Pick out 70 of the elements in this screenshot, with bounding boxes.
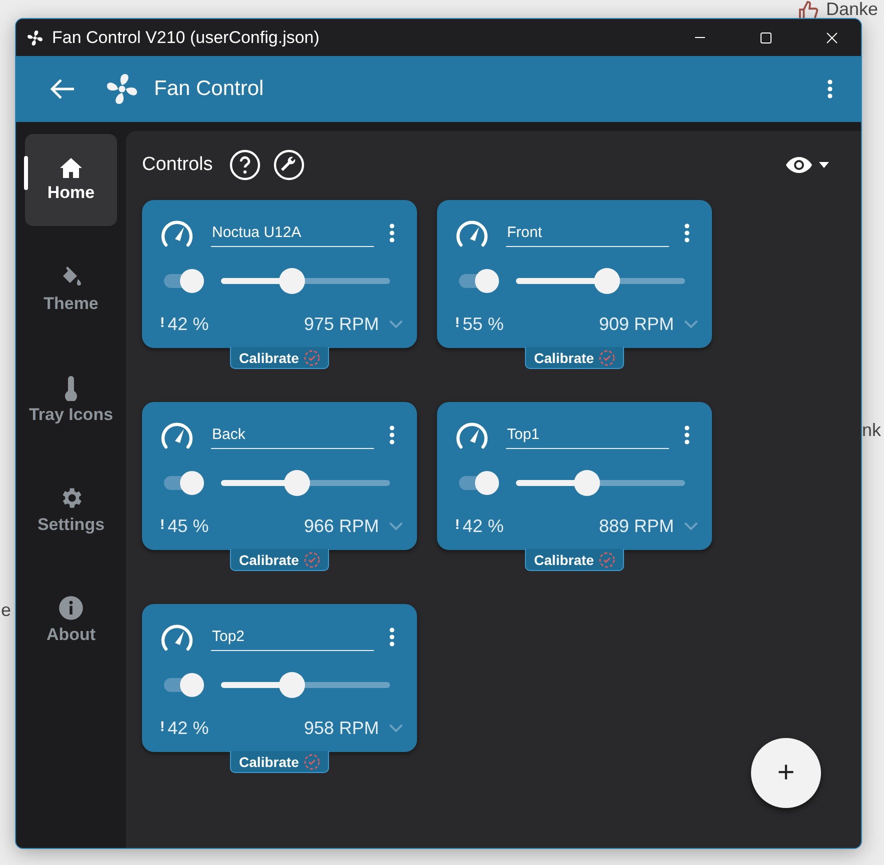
more-icon[interactable] bbox=[389, 425, 395, 445]
gauge-icon bbox=[455, 218, 489, 248]
more-icon[interactable] bbox=[684, 425, 690, 445]
warning-mark: ! bbox=[160, 314, 165, 330]
check-circle-icon bbox=[598, 350, 615, 366]
rpm-value: 889 RPM bbox=[598, 516, 674, 537]
fan-icon bbox=[26, 28, 44, 46]
home-icon bbox=[59, 157, 83, 179]
gauge-icon bbox=[455, 420, 489, 450]
percent-value: 42 % bbox=[168, 314, 209, 335]
calibrate-button[interactable]: Calibrate bbox=[230, 347, 329, 369]
maximize-icon[interactable] bbox=[760, 32, 772, 44]
percent-value: 42 % bbox=[168, 718, 209, 739]
calibrate-button[interactable]: Calibrate bbox=[525, 549, 624, 571]
caret-icon[interactable] bbox=[819, 162, 829, 168]
warning-mark: ! bbox=[160, 516, 165, 532]
background-text: e bbox=[1, 601, 12, 619]
check-circle-icon bbox=[304, 754, 320, 770]
background-text: Danke bbox=[826, 0, 878, 18]
check-circle-icon bbox=[598, 552, 615, 568]
warning-mark: ! bbox=[455, 516, 460, 532]
enable-switch[interactable] bbox=[162, 269, 204, 293]
visibility-dropdown[interactable] bbox=[785, 155, 829, 175]
enable-switch[interactable] bbox=[162, 471, 204, 495]
rpm-value: 909 RPM bbox=[598, 314, 674, 335]
warning-mark: ! bbox=[455, 314, 460, 330]
sidebar-item[interactable]: Settings bbox=[25, 464, 117, 556]
rpm-value: 958 RPM bbox=[304, 718, 379, 739]
percent-value: 45 % bbox=[168, 516, 209, 537]
wrench-button[interactable] bbox=[272, 149, 305, 181]
warning-mark: ! bbox=[160, 718, 165, 734]
background-text: nk bbox=[862, 421, 882, 439]
gauge-icon bbox=[160, 218, 194, 248]
sidebar-item[interactable]: Tray Icons bbox=[25, 354, 117, 446]
help-button[interactable] bbox=[228, 149, 261, 181]
gauge-icon bbox=[160, 622, 194, 652]
thermometer-icon bbox=[64, 375, 78, 401]
percent-value: 42 % bbox=[462, 516, 504, 537]
sidebar-item[interactable]: About bbox=[25, 574, 117, 666]
fan-name-field[interactable]: Top2 bbox=[211, 624, 374, 650]
enable-switch[interactable] bbox=[162, 673, 204, 697]
percent-value: 55 % bbox=[462, 314, 504, 335]
close-icon[interactable] bbox=[826, 32, 838, 44]
fan-name-field[interactable]: Front bbox=[506, 220, 669, 246]
fan-name-field[interactable]: Noctua U12A bbox=[211, 220, 374, 246]
calibrate-button[interactable]: Calibrate bbox=[230, 549, 329, 571]
info-icon bbox=[58, 595, 84, 621]
more-icon[interactable] bbox=[684, 223, 690, 243]
check-circle-icon bbox=[304, 552, 320, 568]
calibrate-button[interactable]: Calibrate bbox=[525, 347, 624, 369]
fan-name-field[interactable]: Back bbox=[211, 422, 374, 448]
check-circle-icon bbox=[304, 350, 320, 366]
fan-name-field[interactable]: Top1 bbox=[506, 422, 669, 448]
window-title: Fan Control V210 (userConfig.json) bbox=[52, 28, 320, 48]
back-button[interactable] bbox=[50, 78, 76, 100]
gauge-icon bbox=[160, 420, 194, 450]
section-title: Controls bbox=[142, 154, 213, 176]
sidebar-item[interactable]: Home bbox=[25, 134, 117, 226]
calibrate-button[interactable]: Calibrate bbox=[230, 751, 329, 773]
enable-switch[interactable] bbox=[457, 269, 499, 293]
more-icon[interactable] bbox=[389, 223, 395, 243]
menu-button[interactable] bbox=[827, 79, 833, 99]
rpm-value: 966 RPM bbox=[304, 516, 379, 537]
rpm-value: 975 RPM bbox=[304, 314, 379, 335]
app-title: Fan Control bbox=[154, 77, 265, 101]
add-button[interactable]: + bbox=[751, 738, 821, 808]
sidebar-item[interactable]: Theme bbox=[25, 244, 117, 336]
more-icon[interactable] bbox=[389, 627, 395, 647]
enable-switch[interactable] bbox=[457, 471, 499, 495]
fan-icon bbox=[104, 71, 140, 107]
